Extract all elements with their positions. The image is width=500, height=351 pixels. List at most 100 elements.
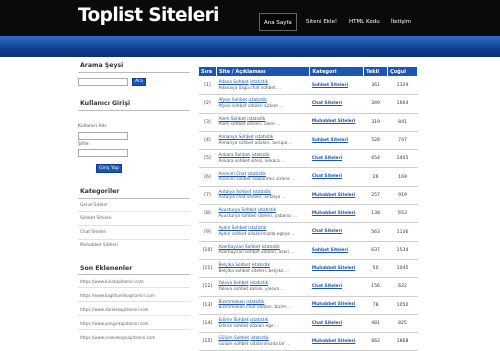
nav-contact[interactable]: İletişim <box>391 13 411 31</box>
tekil-cell: 654 <box>363 149 388 169</box>
search-button[interactable]: Ara <box>132 78 146 86</box>
statistics-link[interactable]: istatistik <box>250 318 268 323</box>
category-link-sohbet[interactable]: Sohbet Siteleri <box>80 216 112 221</box>
category-link[interactable]: Muhabbet Siteleri <box>312 119 355 124</box>
statistics-link[interactable]: istatistik <box>258 208 276 213</box>
cogul-cell: 1868 <box>387 332 418 351</box>
site-name-link[interactable]: Bizimmekan <box>218 300 244 305</box>
rank-cell: [2] <box>198 94 217 114</box>
statistics-link[interactable]: istatistik <box>251 336 269 341</box>
site-name-link[interactable]: Edirne Sohbet <box>218 318 248 323</box>
column-header-category: Kategori <box>309 66 365 77</box>
statistics-link[interactable]: istatistik <box>247 117 265 122</box>
recent-site-link[interactable]: https://www.darelakapidamiri.com <box>80 307 149 312</box>
site-name-link[interactable]: Anonim Chat <box>218 172 246 177</box>
nav-html-code[interactable]: HTML Kodu <box>349 13 380 31</box>
statistics-link[interactable]: istatistik <box>250 80 268 85</box>
site-cell: Alem Sohbet istatistik Alem sohbet sitele… <box>216 113 310 132</box>
tekil-cell: 26 <box>363 167 388 187</box>
site-cell: Yalova Sohbet istatistik Yalova sohbet ka… <box>216 277 310 297</box>
column-header-site: Site / Açıklaması <box>215 66 311 77</box>
site-title[interactable]: Toplist Siteleri <box>78 5 220 26</box>
site-name-link[interactable]: Yalova Sohbet <box>218 281 248 286</box>
category-link[interactable]: Muhabbet Siteleri <box>312 193 355 198</box>
statistics-link[interactable]: istatistik <box>248 226 266 231</box>
tekil-cell: 662 <box>363 332 388 351</box>
statistics-link[interactable]: istatistik <box>252 263 270 268</box>
table-row: [1] Adana Sohbet istatistik Adanaya özgü c… <box>198 76 418 96</box>
nav-home[interactable]: Ana Sayfa <box>259 13 297 31</box>
site-cell: Ankara Sohbet istatistik Ankara sohbet si… <box>216 149 310 169</box>
category-link[interactable]: Sohbet Siteleri <box>312 248 348 253</box>
rank-cell: [5] <box>198 149 217 169</box>
recent-site-link[interactable]: https://www.kagithanekapitamiri.com <box>80 293 155 298</box>
tekil-cell: 257 <box>363 186 388 206</box>
statistics-link[interactable]: istatistik <box>250 281 268 286</box>
site-name-link[interactable]: Almanya Sohbet <box>218 135 253 140</box>
statistics-link[interactable]: istatistik <box>251 153 269 158</box>
divider <box>78 274 190 275</box>
site-description: Aydın sohbet odalarımızda egeye ... <box>218 232 296 238</box>
site-cell: Aydın Sohbet istatistik Aydın sohbet odal… <box>216 222 310 242</box>
statistics-link[interactable]: istatistik <box>246 300 264 305</box>
site-name-link[interactable]: Gülüm Sohbet <box>218 336 249 341</box>
statistics-link[interactable]: istatistik <box>255 135 273 140</box>
site-name-link[interactable]: Azerbaycan Sohbet <box>218 245 260 250</box>
category-link[interactable]: Chat Siteleri <box>312 321 342 326</box>
recent-site-link[interactable]: https://www.yangınkapitamiri.com <box>80 321 149 326</box>
site-name-link[interactable]: Avusturya Sohbet <box>218 208 256 213</box>
table-row: [13] Bizimmekan istatistik Bizimmekan chat… <box>198 296 418 315</box>
password-field[interactable] <box>78 149 128 157</box>
cogul-cell: 1136 <box>387 222 418 242</box>
category-link-chat[interactable]: Chat Siteleri <box>80 230 106 235</box>
rank-cell: [11] <box>198 259 217 279</box>
recent-site-link[interactable]: https://www.binakapitamiri.com <box>80 279 144 284</box>
site-description: Bizimmekan chat odaları, bizim ... <box>218 305 292 311</box>
category-link[interactable]: Chat Siteleri <box>312 156 342 161</box>
password-label: Şifre: <box>78 142 90 147</box>
rank-cell: [13] <box>198 296 217 315</box>
site-name-link[interactable]: Ankara Sohbet <box>218 153 250 158</box>
statistics-link[interactable]: istatistik <box>248 98 266 103</box>
login-button[interactable]: Giriş Yap <box>96 164 122 173</box>
column-header-cogul: Çoğul <box>387 66 418 77</box>
table-row: [9] Aydın Sohbet istatistik Aydın sohbet o… <box>198 222 418 242</box>
category-link-muhabbet[interactable]: Muhabbet Siteleri <box>80 243 118 248</box>
category-link[interactable]: Muhabbet Siteleri <box>312 266 355 271</box>
column-header-rank: Sıra <box>198 66 217 77</box>
category-link[interactable]: Chat Siteleri <box>312 101 342 106</box>
tekil-cell: 78 <box>363 296 388 315</box>
site-name-link[interactable]: Alem Sohbet <box>218 117 245 122</box>
statistics-link[interactable]: istatistik <box>262 245 280 250</box>
category-link[interactable]: Muhabbet Siteleri <box>312 339 355 344</box>
category-link[interactable]: Sohbet Siteleri <box>312 138 348 143</box>
site-cell: Adana Sohbet istatistik Adanaya özgü chat… <box>216 76 310 96</box>
header-band <box>0 36 500 57</box>
recent-site-link[interactable]: https://www.celenekoykapitamiri.com <box>80 335 155 340</box>
username-field[interactable] <box>78 132 128 140</box>
site-name-link[interactable]: Adana Sohbet <box>218 80 248 85</box>
category-link[interactable]: Chat Siteleri <box>312 229 342 234</box>
category-link[interactable]: Chat Siteleri <box>312 174 342 179</box>
category-link[interactable]: Sohbet Siteleri <box>312 83 348 88</box>
site-name-link[interactable]: Afyon Sohbet <box>218 98 247 103</box>
category-cell: Muhabbet Siteleri <box>309 186 364 206</box>
site-name-link[interactable]: Belçika Sohbet <box>218 263 250 268</box>
column-header-tekil: Tekil <box>363 66 389 77</box>
rank-cell: [1] <box>198 76 217 96</box>
statistics-link[interactable]: istatistik <box>248 172 266 177</box>
site-description: Afyon sohbet odaları sizlere ... <box>218 103 284 109</box>
site-name-link[interactable]: Aydın Sohbet <box>218 226 246 231</box>
site-description: Antalya chat siteleri, antalya ... <box>218 195 286 201</box>
tekil-cell: 50 <box>363 259 388 279</box>
category-link[interactable]: Muhabbet Siteleri <box>312 302 355 307</box>
cogul-cell: 841 <box>387 113 418 132</box>
category-link-general[interactable]: Genel Siteler <box>80 203 108 208</box>
rank-cell: [3] <box>198 113 217 132</box>
site-cell: Antalya Sohbet istatistik Antalya chat si… <box>216 186 310 206</box>
category-link[interactable]: Muhabbet Siteleri <box>312 211 355 216</box>
rank-cell: [6] <box>198 167 217 187</box>
nav-add-site[interactable]: Siteni Ekle! <box>306 13 337 31</box>
search-input[interactable] <box>78 78 128 86</box>
category-link[interactable]: Chat Siteleri <box>312 284 342 289</box>
